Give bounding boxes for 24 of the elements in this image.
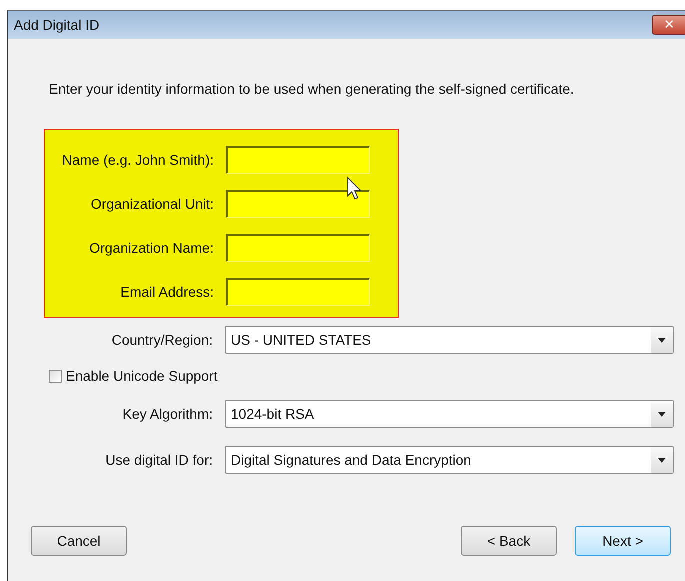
cancel-button[interactable]: Cancel bbox=[31, 526, 127, 556]
caret-icon bbox=[651, 401, 673, 427]
instruction-text: Enter your identity information to be used when generating the self-signed certificate. bbox=[49, 81, 576, 97]
input-field[interactable] bbox=[226, 278, 370, 306]
input-field[interactable] bbox=[226, 190, 370, 218]
dropdown[interactable]: Digital Signatures and Data Encryption bbox=[225, 446, 674, 474]
input-field[interactable] bbox=[226, 146, 370, 174]
dropdown[interactable]: US - UNITED STATES bbox=[225, 326, 674, 354]
field-label: Email Address: bbox=[120, 284, 215, 300]
back-button[interactable]: < Back bbox=[461, 526, 557, 556]
caret-icon bbox=[651, 327, 673, 353]
field-label: Organization Name: bbox=[88, 240, 215, 256]
dropdown[interactable]: 1024-bit RSA bbox=[225, 400, 674, 428]
next-button[interactable]: Next > bbox=[575, 526, 671, 556]
caret-icon bbox=[651, 447, 673, 473]
field-label: Name (e.g. John Smith): bbox=[61, 152, 215, 168]
input-field[interactable] bbox=[226, 234, 370, 262]
field-label: Country/Region: bbox=[110, 332, 214, 348]
cursor-icon bbox=[347, 177, 363, 201]
window-title: Add Digital ID bbox=[14, 17, 100, 33]
field-label: Key Algorithm: bbox=[122, 406, 214, 422]
unicode-checkbox[interactable]: Enable Unicode Support bbox=[49, 368, 685, 384]
field-label: Organizational Unit: bbox=[90, 196, 215, 212]
field-label: Use digital ID for: bbox=[104, 452, 214, 468]
